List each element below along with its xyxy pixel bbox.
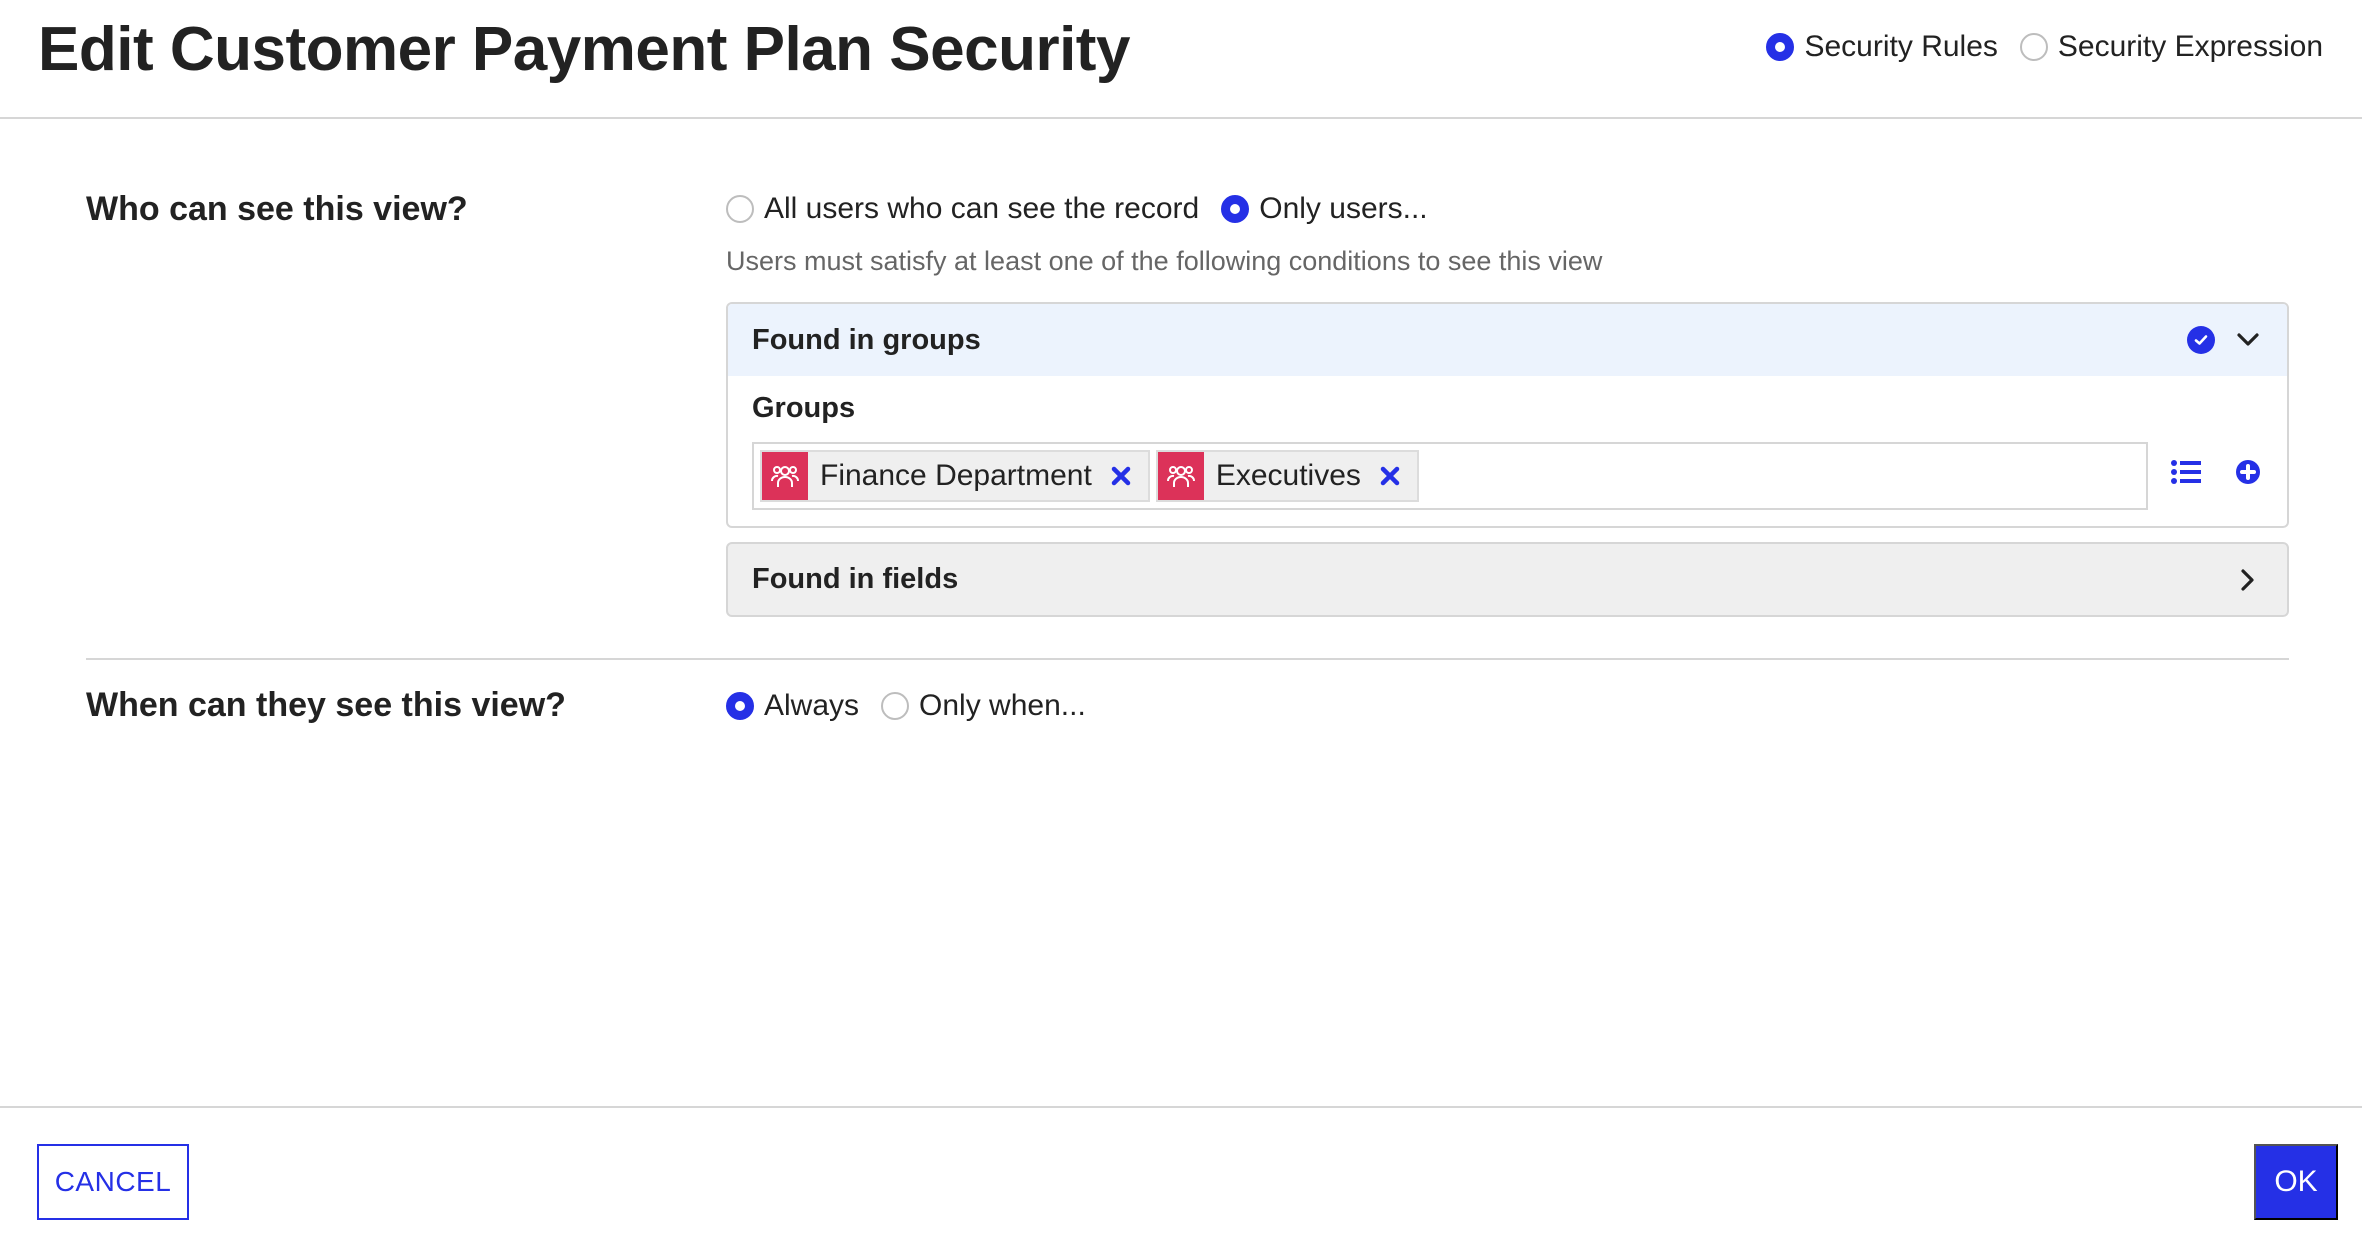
radio-security-rules[interactable]: Security Rules — [1766, 30, 1998, 64]
radio-button[interactable] — [2019, 33, 2048, 61]
radio-label: Security Expression — [2057, 30, 2323, 63]
who-radio-group: All users who can see the record Only us… — [726, 189, 1428, 229]
radio-button[interactable] — [726, 195, 754, 223]
panel-title: Found in groups — [752, 323, 981, 356]
group-chip: Finance Department — [760, 450, 1150, 502]
group-icon — [762, 452, 808, 500]
group-icon — [1157, 452, 1204, 500]
radio-label: Security Rules — [1804, 30, 1998, 63]
radio-label: All users who can see the record — [764, 192, 1200, 225]
cancel-button[interactable]: CANCEL — [37, 1144, 189, 1220]
add-circle-icon[interactable] — [2232, 456, 2264, 488]
radio-only-when[interactable]: Only when... — [881, 689, 1086, 723]
radio-button-selected[interactable] — [726, 692, 754, 720]
group-chip-label: Finance Department — [820, 459, 1092, 492]
group-chip: Executives — [1155, 450, 1419, 502]
remove-chip-icon[interactable] — [1106, 461, 1136, 491]
radio-always[interactable]: Always — [726, 689, 859, 723]
panel-title: Found in fields — [752, 563, 959, 595]
groups-picker-input[interactable]: Finance Department Executives — [752, 442, 2148, 510]
when-section-label: When can they see this view? — [86, 686, 566, 724]
check-circle-icon — [2187, 326, 2215, 354]
radio-only-users[interactable]: Only users... — [1221, 192, 1428, 226]
radio-label: Always — [764, 689, 860, 722]
groups-field-label: Groups — [752, 392, 856, 424]
chevron-down-icon[interactable] — [2233, 325, 2263, 355]
chevron-right-icon[interactable] — [2233, 565, 2263, 595]
found-in-fields-panel[interactable]: Found in fields — [726, 542, 2289, 617]
radio-security-expression[interactable]: Security Expression — [2019, 30, 2323, 64]
security-mode-toggle: Security Rules Security Expression — [1766, 26, 2323, 68]
radio-button[interactable] — [881, 692, 910, 720]
header-divider — [0, 117, 2362, 119]
radio-button-selected[interactable] — [1766, 33, 1795, 61]
list-icon[interactable] — [2170, 456, 2202, 488]
who-section-label: Who can see this view? — [86, 190, 468, 228]
radio-label: Only when... — [919, 689, 1086, 722]
radio-label: Only users... — [1259, 192, 1428, 225]
dialog-title: Edit Customer Payment Plan Security — [38, 15, 1130, 84]
footer-divider — [0, 1106, 2362, 1108]
radio-button-selected[interactable] — [1221, 195, 1250, 223]
found-in-groups-panel: Found in groups Groups Finance Departmen… — [726, 302, 2289, 528]
section-divider — [86, 658, 2289, 660]
found-in-groups-header[interactable]: Found in groups — [728, 304, 2287, 376]
remove-chip-icon[interactable] — [1375, 461, 1405, 491]
when-radio-group: Always Only when... — [726, 686, 1086, 726]
ok-button[interactable]: OK — [2254, 1144, 2338, 1220]
group-chip-label: Executives — [1215, 459, 1361, 492]
radio-all-users[interactable]: All users who can see the record — [726, 192, 1199, 226]
helper-text: Users must satisfy at least one of the f… — [726, 246, 1603, 276]
